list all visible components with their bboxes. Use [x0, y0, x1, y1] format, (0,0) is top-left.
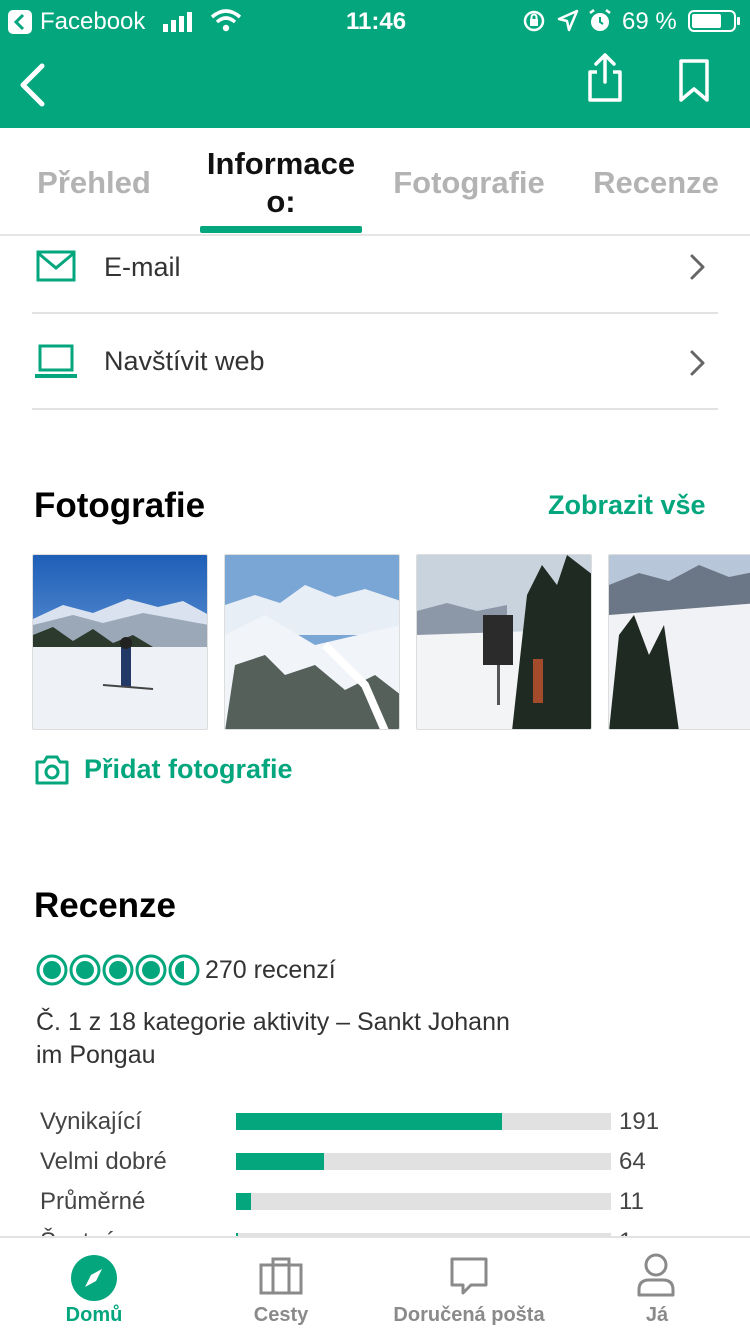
- rating-bar-track: [236, 1153, 611, 1170]
- compass-icon: [70, 1254, 118, 1307]
- add-photos-label: Přidat fotografie: [84, 754, 293, 784]
- briefcase-icon: [258, 1256, 304, 1301]
- nav-home-label: Domů: [65, 1304, 123, 1326]
- rating-breakdown-row[interactable]: Vynikající 191: [40, 1106, 680, 1136]
- rating-bubble: [36, 954, 68, 986]
- rating-breakdown-row[interactable]: Velmi dobré 64: [40, 1146, 680, 1176]
- rating-bar-fill: [236, 1153, 324, 1170]
- rating-bar-track: [236, 1193, 611, 1210]
- rating-level-label: Průměrné: [40, 1188, 146, 1215]
- rating-bar-fill: [236, 1113, 502, 1130]
- signal-icon: [163, 12, 197, 37]
- view-all-photos-link[interactable]: Zobrazit vše: [548, 490, 706, 521]
- location-icon: [557, 9, 579, 38]
- email-row[interactable]: E-mail: [32, 238, 718, 312]
- row-divider: [32, 408, 718, 410]
- wifi-icon: [210, 8, 242, 37]
- rating-bubble: [102, 954, 134, 986]
- rating-level-count: 191: [619, 1108, 660, 1135]
- save-bookmark-button[interactable]: [676, 58, 712, 104]
- tab-reviews[interactable]: Recenze: [584, 164, 728, 202]
- battery-icon: [688, 10, 742, 37]
- back-to-app-icon[interactable]: [8, 10, 32, 34]
- ranking-text: Č. 1 z 18 kategorie aktivity – Sankt Joh…: [36, 1006, 510, 1072]
- nav-profile[interactable]: Já: [564, 1238, 750, 1336]
- rating-breakdown-row[interactable]: Průměrné 11: [40, 1186, 680, 1216]
- rating-bar-fill: [236, 1193, 251, 1210]
- rating-level-label: Vynikající: [40, 1108, 142, 1135]
- photo-thumbnail[interactable]: [608, 554, 750, 730]
- back-to-app-label[interactable]: Facebook: [40, 8, 145, 36]
- alarm-icon: [588, 8, 612, 39]
- website-row[interactable]: Navštívit web: [32, 316, 718, 408]
- rating-bubble: [69, 954, 101, 986]
- mail-icon: [36, 250, 76, 287]
- status-time: 11:46: [346, 8, 407, 35]
- photos-section-title: Fotografie: [34, 486, 206, 525]
- back-button[interactable]: [14, 60, 54, 110]
- tab-info[interactable]: Informace o:: [196, 145, 366, 221]
- photo-thumbnail[interactable]: [32, 554, 208, 730]
- rating-bubbles: [36, 954, 200, 991]
- add-photos-button[interactable]: Přidat fotografie: [34, 752, 334, 792]
- nav-trips[interactable]: Cesty: [188, 1238, 374, 1336]
- rating-bubble: [168, 954, 200, 986]
- bottom-nav: Domů Cesty Doručená pošta Já: [0, 1236, 750, 1334]
- rating-bubble: [135, 954, 167, 986]
- email-label: E-mail: [104, 252, 181, 282]
- photo-thumbnail[interactable]: [416, 554, 592, 730]
- tabs-divider: [0, 234, 750, 236]
- person-icon: [636, 1252, 676, 1303]
- chevron-right-icon: [688, 348, 708, 383]
- rotation-lock-icon: [522, 9, 546, 38]
- rating-bar-track: [236, 1113, 611, 1130]
- camera-icon: [34, 754, 70, 791]
- nav-inbox[interactable]: Doručená pošta: [374, 1238, 564, 1336]
- nav-trips-label: Cesty: [253, 1304, 309, 1326]
- tab-overview[interactable]: Přehled: [20, 164, 168, 202]
- tab-photos[interactable]: Fotografie: [384, 164, 554, 202]
- nav-profile-label: Já: [645, 1304, 669, 1326]
- rating-level-label: Velmi dobré: [40, 1148, 167, 1175]
- rating-level-count: 11: [619, 1188, 644, 1215]
- rating-level-count: 64: [619, 1148, 646, 1175]
- share-button[interactable]: [584, 52, 626, 104]
- tab-info-label: Informace o:: [206, 146, 356, 219]
- battery-percent: 69 %: [622, 8, 677, 35]
- website-label: Navštívit web: [104, 346, 265, 376]
- reviews-section-title: Recenze: [34, 886, 177, 925]
- laptop-icon: [34, 344, 78, 385]
- nav-inbox-label: Doručená pošta: [393, 1304, 545, 1326]
- active-tab-indicator: [200, 226, 362, 233]
- row-divider: [32, 312, 718, 314]
- photo-thumbnail[interactable]: [224, 554, 400, 730]
- chat-bubble-icon: [449, 1256, 489, 1301]
- chevron-right-icon: [688, 252, 708, 287]
- ranking-text-line: im Pongau: [36, 1041, 156, 1069]
- ranking-text-line: Č. 1 z 18 kategorie aktivity – Sankt Joh…: [36, 1008, 510, 1036]
- review-count[interactable]: 270 recenzí: [205, 956, 336, 985]
- nav-home[interactable]: Domů: [0, 1238, 188, 1336]
